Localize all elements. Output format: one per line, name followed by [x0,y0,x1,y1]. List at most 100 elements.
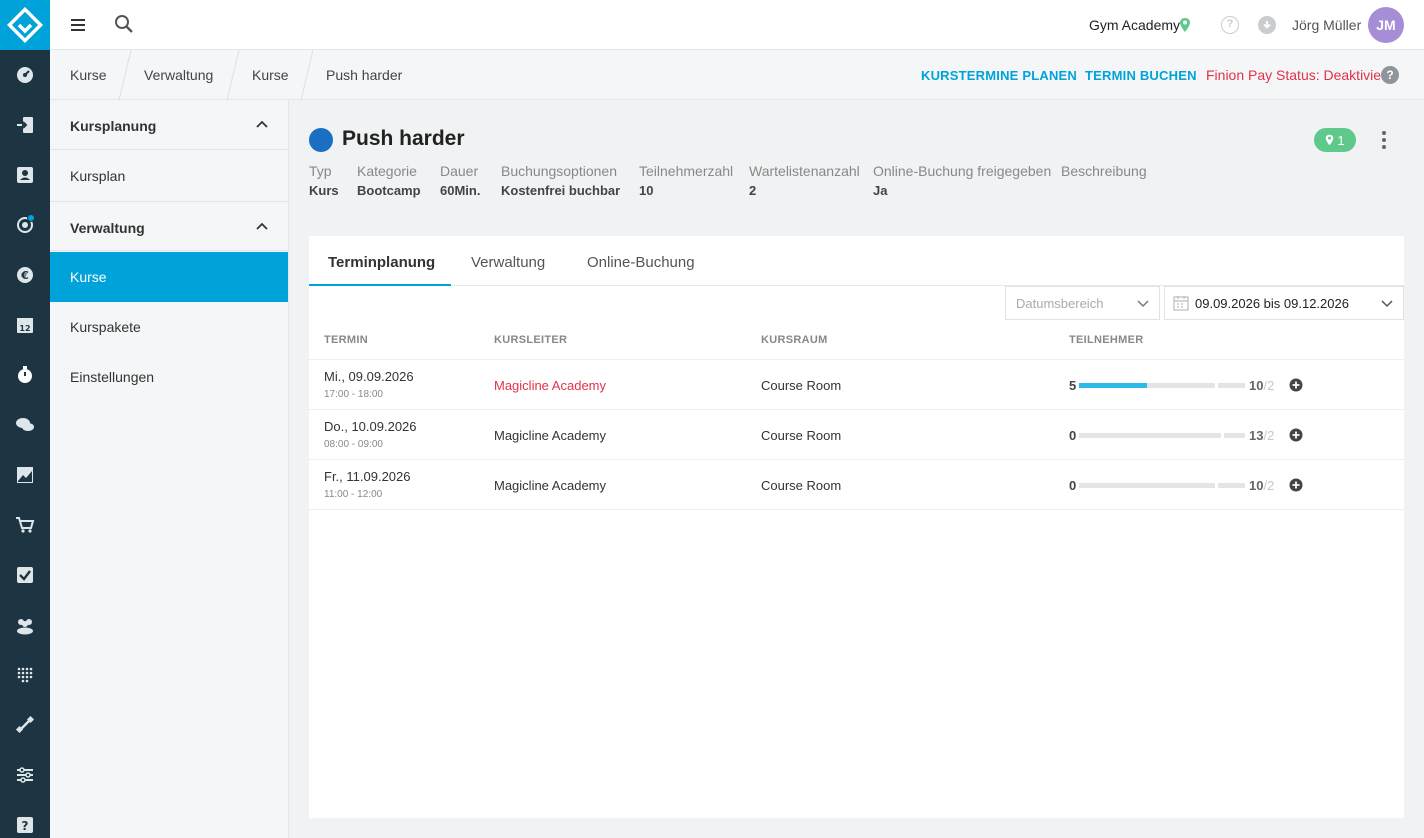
capacity-value: 13 [1249,428,1264,443]
table-row[interactable]: Do., 10.09.2026 08:00 - 09:00 Magicline … [309,410,1404,460]
avatar[interactable]: JM [1368,7,1404,43]
plan-course-dates-link[interactable]: KURSTERMINE PLANEN [921,68,1077,83]
sidebar-item-label: Kurspakete [70,319,141,335]
participants-capacity: 13/2 [1249,428,1274,443]
chevron-down-icon [1137,300,1149,308]
breadcrumb: Kurse Verwaltung Kurse Push harder KURST… [50,50,1424,100]
finance-icon[interactable]: € [0,260,50,290]
help-circle-icon[interactable]: ? [1221,16,1239,34]
sidebar-item-label: Kurse [70,269,107,285]
customer-card-icon[interactable] [0,160,50,190]
svg-text:?: ? [22,819,29,833]
column-header-kursraum[interactable]: KURSRAUM [761,334,828,346]
studio-selector[interactable]: Gym Academy [1089,17,1180,33]
breadcrumb-item[interactable]: Kurse [252,67,289,83]
column-header-kursleiter[interactable]: KURSLEITER [494,334,567,346]
chat-icon[interactable] [0,410,50,440]
add-participant-icon[interactable] [1289,428,1303,442]
table-row[interactable]: Fr., 11.09.2026 11:00 - 12:00 Magicline … [309,460,1404,510]
appointment-time: 17:00 - 18:00 [324,389,383,400]
download-icon[interactable] [1258,16,1276,34]
location-pin-icon [1180,18,1190,32]
sidebar-item-kurspakete[interactable]: Kurspakete [50,302,288,352]
breadcrumb-separator [118,50,132,100]
finion-help-icon[interactable]: ? [1381,66,1399,84]
marketing-icon[interactable] [0,210,50,240]
svg-text:€: € [20,269,29,282]
meta-label-typ: Typ [309,163,332,179]
date-range-type-select[interactable]: Datumsbereich [1005,286,1160,320]
location-count-badge[interactable]: 1 [1314,128,1356,152]
column-header-termin[interactable]: TERMIN [324,334,368,346]
select-placeholder: Datumsbereich [1016,296,1104,311]
meta-label-buchungsoptionen: Buchungsoptionen [501,163,617,179]
breadcrumb-current: Push harder [326,67,403,83]
tab-online-buchung[interactable]: Online-Buchung [587,254,695,271]
date-range-value: 09.09.2026 bis 09.12.2026 [1195,296,1349,311]
participants-capacity: 10/2 [1249,378,1274,393]
sidebar-item-label: Einstellungen [70,369,155,385]
breadcrumb-item[interactable]: Verwaltung [144,67,213,83]
sidebar-group-verwaltung[interactable]: Verwaltung [50,201,288,251]
tasks-icon[interactable] [0,560,50,590]
course-leader[interactable]: Magicline Academy [494,478,606,493]
help-icon[interactable]: ? [0,810,50,838]
sidebar-group-title: Kursplanung [70,118,157,134]
page-title: Push harder [342,127,465,150]
add-participant-icon[interactable] [1289,478,1303,492]
tab-terminplanung[interactable]: Terminplanung [328,254,435,271]
breadcrumb-separator [300,50,314,100]
breadcrumb-separator [226,50,240,100]
meta-value-kategorie: Bootcamp [357,183,421,198]
meta-label-dauer: Dauer [440,163,479,179]
meta-value-dauer: 60Min. [440,183,481,198]
meta-label-beschreibung: Beschreibung [1061,163,1147,179]
date-range-picker[interactable]: 09.09.2026 bis 09.12.2026 [1164,286,1404,320]
user-name[interactable]: Jörg Müller [1292,17,1361,33]
course-leader[interactable]: Magicline Academy [494,428,606,443]
appointment-time: 08:00 - 09:00 [324,439,383,450]
meta-value-teilnehmerzahl: 10 [639,183,654,198]
meta-value-typ: Kurs [309,183,339,198]
courses-icon[interactable] [0,360,50,390]
groups-icon[interactable] [0,610,50,640]
add-participant-icon[interactable] [1289,378,1303,392]
sidebar-item-kursplan[interactable]: Kursplan [50,151,288,201]
appointment-time: 11:00 - 12:00 [324,489,383,500]
more-options-icon[interactable] [1380,130,1388,150]
dashboard-icon[interactable] [0,60,50,90]
devices-icon[interactable] [0,660,50,690]
tab-verwaltung[interactable]: Verwaltung [471,254,545,271]
column-header-teilnehmer[interactable]: TEILNEHMER [1069,334,1144,346]
check-in-icon[interactable] [0,110,50,140]
equipment-icon[interactable] [0,710,50,740]
search-icon[interactable] [114,14,134,34]
appointment-date: Do., 10.09.2026 [324,419,417,434]
waitlist-progress-bar [1224,433,1245,438]
breadcrumb-item[interactable]: Kurse [70,67,107,83]
participants-progress-bar [1079,383,1215,388]
chevron-up-icon [256,120,268,128]
table-row[interactable]: Mi., 09.09.2026 17:00 - 18:00 Magicline … [309,360,1404,410]
meta-label-teilnehmerzahl: Teilnehmerzahl [639,163,734,179]
statistics-icon[interactable] [0,460,50,490]
meta-label-online-booking: Online-Buchung freigegeben [873,163,1052,179]
location-count: 1 [1337,132,1345,148]
capacity-value: 10 [1249,478,1264,493]
top-header: Gym Academy ? Jörg Müller JM [50,0,1424,50]
hamburger-menu-icon[interactable] [70,15,86,35]
book-appointment-link[interactable]: TERMIN BUCHEN [1085,68,1197,83]
location-pin-icon [1326,134,1334,146]
meta-value-wartelistenanzahl: 2 [749,183,757,198]
course-leader[interactable]: Magicline Academy [494,378,606,393]
shop-icon[interactable] [0,510,50,540]
svg-text:12: 12 [19,324,30,333]
sidebar-group-kursplanung[interactable]: Kursplanung [50,100,288,150]
app-logo[interactable] [0,0,50,50]
meta-value-buchungsoptionen: Kostenfrei buchbar [501,183,621,198]
active-tab-indicator [309,284,451,286]
calendar-icon[interactable]: 12 [0,310,50,340]
sidebar-item-kurse[interactable]: Kurse [50,252,288,302]
sidebar-item-einstellungen[interactable]: Einstellungen [50,352,288,402]
settings-icon[interactable] [0,760,50,790]
